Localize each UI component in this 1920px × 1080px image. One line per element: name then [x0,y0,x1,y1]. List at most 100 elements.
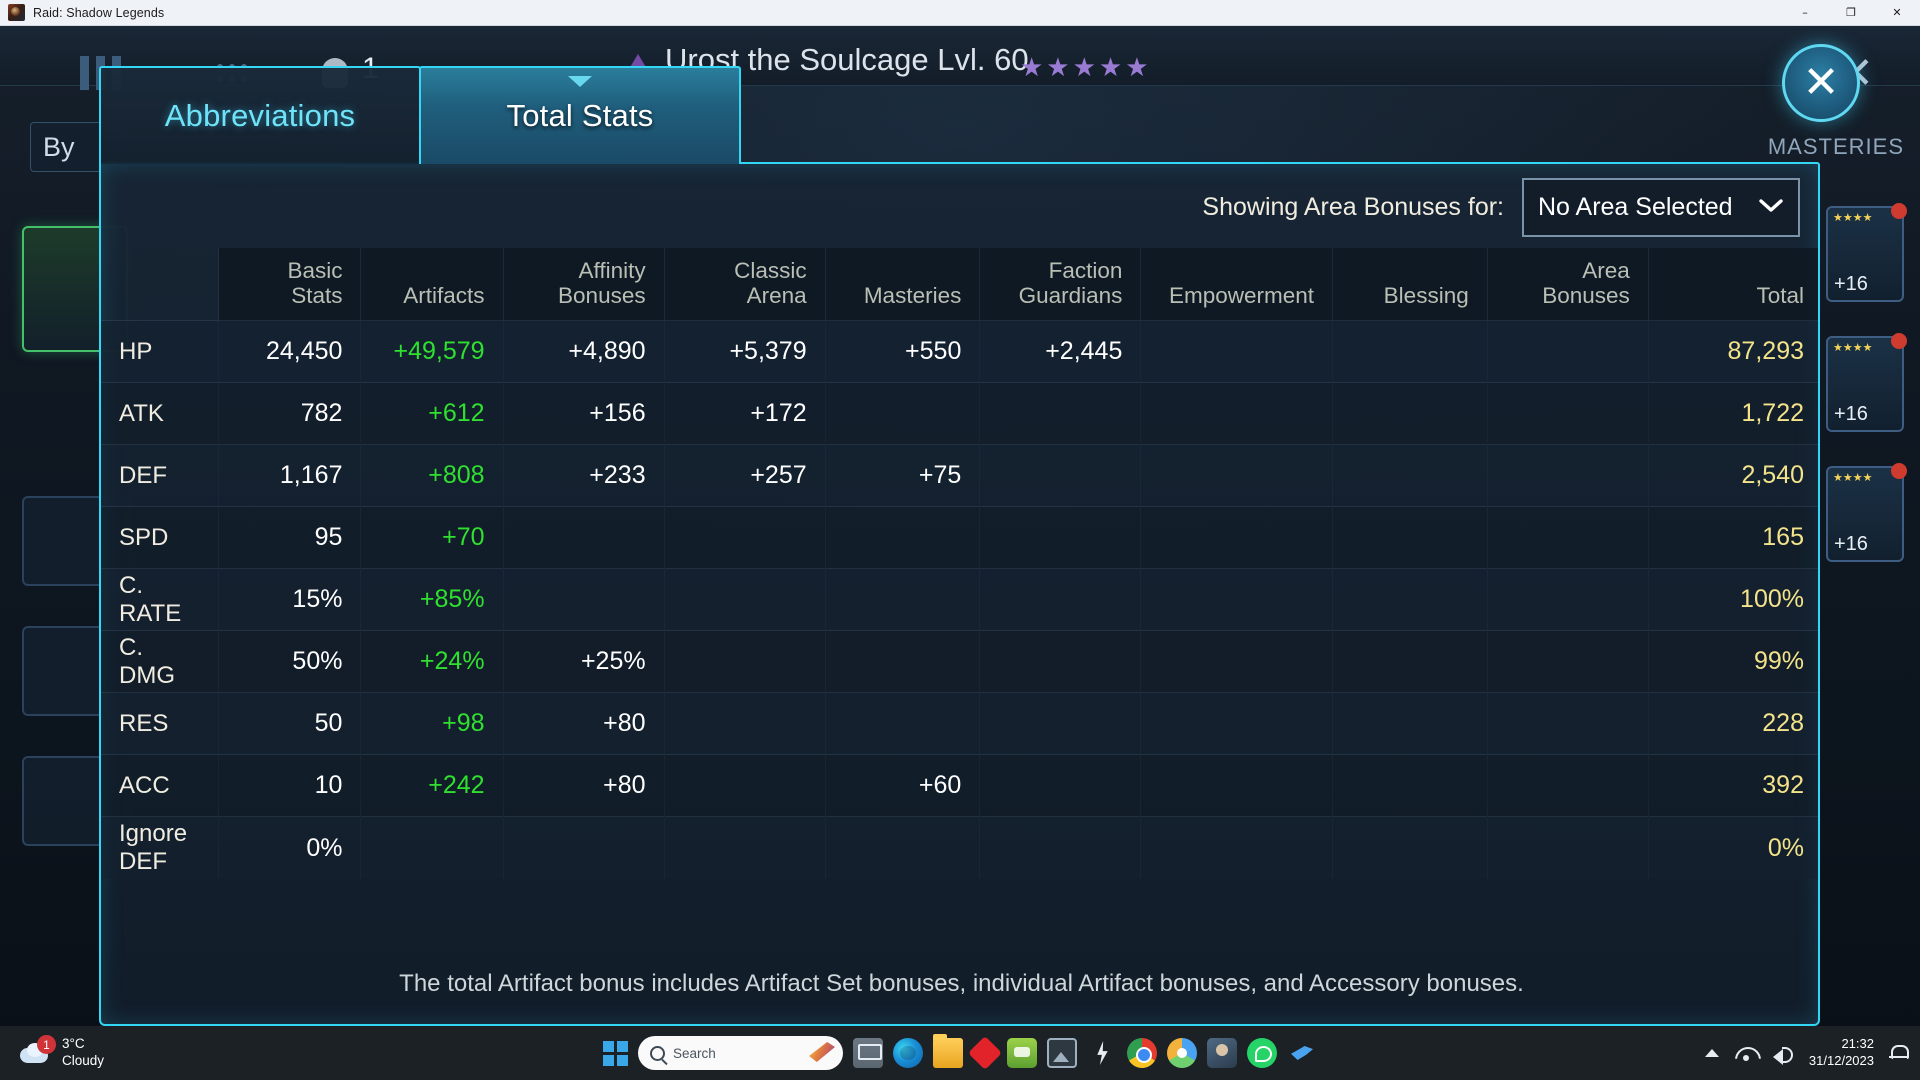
start-button[interactable] [603,1040,628,1066]
cell-blessing [1332,444,1488,507]
cell-faction-guardians [979,816,1141,879]
clock-date: 31/12/2023 [1808,1053,1874,1068]
area-select-value: No Area Selected [1538,193,1733,221]
cell-artifacts: +242 [360,754,504,817]
cell-blessing [1332,382,1488,445]
cell-faction-guardians [979,506,1141,569]
cell-artifacts: +70 [360,506,504,569]
cell-total: 100% [1647,568,1818,631]
cell-total: 2,540 [1647,444,1818,507]
table-row: RES 50 +98 +80 228 [101,692,1818,755]
cell-total: 0% [1647,816,1818,879]
maximize-button[interactable]: ❐ [1828,0,1874,26]
cell-artifacts [360,816,504,879]
search-input[interactable]: Search [638,1036,843,1070]
table-row: SPD 95 +70 165 [101,506,1818,569]
table-row: ACC 10 +242 +80 +60 392 [101,754,1818,817]
taskbar-item-photos[interactable] [1047,1038,1077,1068]
taskbar-item-bolt-app[interactable] [1087,1038,1117,1068]
taskbar-item-whatsapp[interactable] [1247,1038,1277,1068]
total-stats-table: Basic Stats Artifacts Affinity Bonuses C… [101,248,1818,879]
cell-blessing [1332,754,1488,817]
cell-total: 99% [1647,630,1818,693]
cell-empowerment [1140,444,1333,507]
taskbar-item-red-app[interactable] [968,1036,1002,1070]
gear-slot[interactable]: ★★★★ +16 [1826,333,1907,432]
close-dialog-button[interactable]: ✕ [1782,44,1860,122]
cell-area-bonuses [1486,816,1649,879]
window-title: Raid: Shadow Legends [33,5,165,20]
col-header-faction-guardians: Faction Guardians [979,248,1141,321]
cell-empowerment [1140,506,1333,569]
notification-badge: 1 [37,1035,56,1054]
total-stats-dialog: Abbreviations Total Stats ✕ Showing Area… [99,44,1860,1026]
weather-condition: Cloudy [62,1053,105,1068]
artifact-bonus-note: The total Artifact bonus includes Artifa… [399,970,1524,997]
windows-taskbar: 1 3°C Cloudy Search 21:32 31/12/2023 [0,1026,1920,1080]
cell-area-bonuses [1486,630,1649,693]
col-header-blessing: Blessing [1332,248,1488,321]
cell-area-bonuses [1486,506,1649,569]
taskbar-item-chrome-alt[interactable] [1167,1038,1197,1068]
cell-masteries [824,816,980,879]
cell-blessing [1332,568,1488,631]
taskbar-item-edge[interactable] [893,1038,923,1068]
cell-basic-stats: 15% [218,568,361,631]
cell-artifacts: +24% [360,630,504,693]
window-controls: – ❐ ✕ [1782,0,1920,26]
clock[interactable]: 21:32 31/12/2023 [1809,1036,1874,1070]
cell-empowerment [1140,382,1333,445]
cell-total: 1,722 [1647,382,1818,445]
gear-slot[interactable]: ★★★★ +16 [1826,463,1907,562]
volume-icon[interactable] [1772,1045,1793,1065]
cell-basic-stats: 1,167 [218,444,361,507]
chevron-down-icon [1758,195,1784,220]
cell-total: 165 [1647,506,1818,569]
cell-affinity-bonuses [502,816,665,879]
close-window-button[interactable]: ✕ [1874,0,1920,26]
cell-blessing [1332,630,1488,693]
cell-faction-guardians: +2,445 [979,320,1141,383]
area-bonus-label: Showing Area Bonuses for: [1202,193,1504,221]
weather-widget[interactable]: 1 3°C Cloudy [18,1035,105,1070]
gear-notification-dot [1891,203,1907,219]
taskbar-item-file-explorer[interactable] [933,1034,963,1068]
cell-classic-arena [663,754,826,817]
cell-blessing [1332,816,1488,879]
taskbar-item-chrome[interactable] [1127,1038,1157,1068]
notifications-icon[interactable] [1889,1044,1909,1062]
cell-empowerment [1140,816,1333,879]
taskbar-item-green-app[interactable] [1007,1038,1037,1068]
col-header-masteries: Masteries [824,248,980,321]
table-row: ATK 782 +612 +156 +172 1,722 [101,382,1818,445]
cell-masteries [824,506,980,569]
taskbar-item-avatar-app[interactable] [1207,1038,1237,1068]
taskbar-item-task-view[interactable] [853,1038,883,1068]
tab-total-stats[interactable]: Total Stats [419,66,741,164]
cell-blessing [1332,320,1488,383]
cell-area-bonuses [1486,754,1649,817]
taskbar-item-bird-app[interactable] [1287,1038,1317,1068]
window-titlebar: Raid: Shadow Legends – ❐ ✕ [0,0,1920,26]
gear-stars: ★★★★ [1833,472,1873,484]
dialog-panel: Showing Area Bonuses for: No Area Select… [99,162,1820,1026]
tab-abbreviations[interactable]: Abbreviations [99,66,421,164]
minimize-button[interactable]: – [1782,0,1828,26]
gear-slot[interactable]: ★★★★ +16 [1826,203,1907,302]
show-hidden-icons-icon[interactable] [1704,1049,1719,1057]
col-header-affinity-bonuses: Affinity Bonuses [502,248,665,321]
row-stat-label: SPD [101,506,219,569]
cell-blessing [1332,692,1488,755]
row-stat-label: Ignore DEF [101,816,219,879]
cell-area-bonuses [1486,320,1649,383]
cell-masteries: +75 [824,444,980,507]
cell-area-bonuses [1486,568,1649,631]
gear-level: +16 [1834,533,1868,555]
cell-faction-guardians [979,382,1141,445]
cell-classic-arena: +172 [663,382,826,445]
cell-faction-guardians [979,630,1141,693]
area-select-dropdown[interactable]: No Area Selected [1522,178,1800,237]
table-row: C. RATE 15% +85% 100% [101,568,1818,631]
wifi-icon[interactable] [1735,1045,1757,1061]
gear-notification-dot [1891,463,1907,479]
